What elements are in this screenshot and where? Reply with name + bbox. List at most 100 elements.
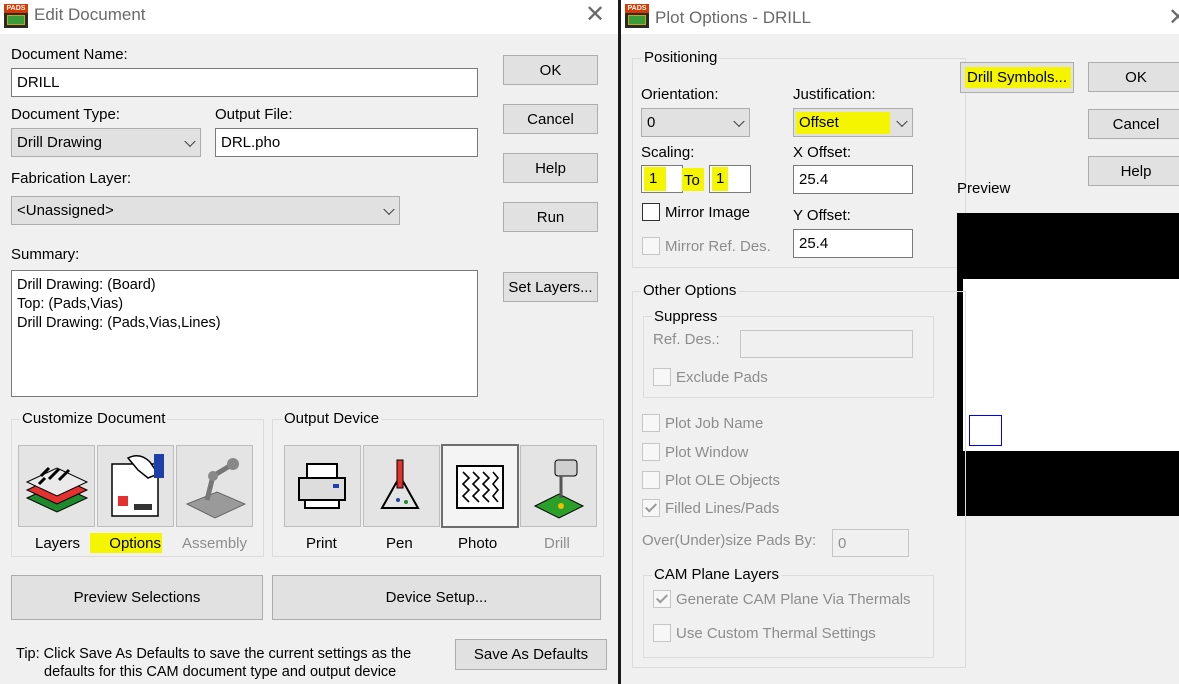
y-offset-label: Y Offset: <box>793 207 851 224</box>
mirror-image-label: Mirror Image <box>665 204 751 221</box>
print-label: Print <box>306 535 337 552</box>
device-setup-button[interactable]: Device Setup... <box>272 575 601 620</box>
photo-tile[interactable] <box>441 444 519 528</box>
exclude-pads-checkbox <box>653 368 671 386</box>
suppress-title: Suppress <box>652 308 720 325</box>
ok-button[interactable]: OK <box>503 55 598 85</box>
options-tile[interactable] <box>97 445 174 527</box>
photo-plotter-icon <box>456 465 504 509</box>
plot-ole-objects-checkbox <box>642 471 660 489</box>
x-offset-field[interactable]: 25.4 <box>793 165 913 194</box>
preview-selections-button[interactable]: Preview Selections <box>11 575 263 620</box>
ref-des-field <box>740 330 913 358</box>
scaling-label: Scaling: <box>641 144 695 161</box>
help-button[interactable]: Help <box>1088 156 1179 186</box>
generate-cam-plane-label: Generate CAM Plane Via Thermals <box>676 591 911 608</box>
orientation-value: 0 <box>647 114 656 131</box>
pads-app-icon: PADS <box>4 4 28 28</box>
filled-lines-pads-checkbox <box>642 499 660 517</box>
document-type-label: Document Type: <box>11 106 120 123</box>
exclude-pads-label: Exclude Pads <box>676 369 768 386</box>
fabrication-layer-label: Fabrication Layer: <box>11 170 132 187</box>
justification-label: Justification: <box>793 86 876 103</box>
pen-plotter-icon <box>380 459 420 509</box>
pads-app-icon: PADS <box>625 4 649 28</box>
cam-plane-layers-group <box>643 575 934 658</box>
x-offset-label: X Offset: <box>793 144 852 161</box>
plot-options-window: PADS Plot Options - DRILL ✕ Positioning … <box>621 0 1179 684</box>
chevron-down-icon <box>184 135 196 147</box>
positioning-title: Positioning <box>642 49 720 66</box>
plot-job-name-label: Plot Job Name <box>665 415 764 432</box>
drill-label: Drill <box>544 535 570 552</box>
fabrication-layer-select[interactable]: <Unassigned> <box>11 196 400 225</box>
ok-button[interactable]: OK <box>1088 62 1179 92</box>
use-custom-thermal-label: Use Custom Thermal Settings <box>676 625 876 642</box>
set-layers-button[interactable]: Set Layers... <box>503 272 598 302</box>
drill-symbols-label: Drill Symbols... <box>965 67 1072 88</box>
document-name-label: Document Name: <box>11 46 128 63</box>
mirror-ref-des-checkbox <box>642 237 660 255</box>
preview-board-outline <box>969 415 1002 446</box>
plot-job-name-checkbox <box>642 414 660 432</box>
chevron-down-icon <box>733 115 745 127</box>
close-icon[interactable]: ✕ <box>1168 5 1179 31</box>
print-tile[interactable] <box>284 445 361 527</box>
orientation-select[interactable]: 0 <box>641 108 750 137</box>
orientation-label: Orientation: <box>641 86 719 103</box>
document-type-select[interactable]: Drill Drawing <box>11 128 201 157</box>
filled-lines-pads-label: Filled Lines/Pads <box>665 500 780 517</box>
justification-select[interactable]: Offset <box>793 108 913 137</box>
cam-plane-layers-title: CAM Plane Layers <box>652 566 782 583</box>
drill-icon <box>533 459 585 519</box>
scale-from-field[interactable]: 1 <box>641 165 683 193</box>
chevron-down-icon <box>383 203 395 215</box>
oversize-label: Over(Under)size Pads By: <box>642 532 817 549</box>
y-offset-field[interactable]: 25.4 <box>793 229 913 258</box>
drill-symbols-button[interactable]: Drill Symbols... <box>960 62 1074 93</box>
pen-label: Pen <box>386 535 413 552</box>
layers-label: Layers <box>35 535 81 552</box>
cancel-button[interactable]: Cancel <box>503 104 598 134</box>
drill-tile <box>520 445 597 527</box>
preview-label: Preview <box>957 180 1011 197</box>
scale-from-value: 1 <box>644 167 666 191</box>
output-file-label: Output File: <box>215 106 293 123</box>
plot-ole-objects-label: Plot OLE Objects <box>665 472 781 489</box>
ref-des-label: Ref. Des.: <box>653 331 720 348</box>
output-file-field[interactable]: DRL.pho <box>215 128 478 157</box>
summary-line: Top: (Pads,Vias) <box>17 296 124 312</box>
tip-text-line1: Tip: Click Save As Defaults to save the … <box>16 646 412 662</box>
fabrication-layer-value: <Unassigned> <box>17 202 114 219</box>
use-custom-thermal-checkbox <box>653 624 671 642</box>
other-options-title: Other Options <box>641 282 739 299</box>
cancel-button[interactable]: Cancel <box>1088 109 1179 139</box>
mirror-image-checkbox[interactable] <box>642 203 660 221</box>
checkmark-icon <box>644 500 658 513</box>
save-as-defaults-button[interactable]: Save As Defaults <box>455 639 607 670</box>
run-button[interactable]: Run <box>503 202 598 232</box>
help-button[interactable]: Help <box>503 153 598 183</box>
summary-line: Drill Drawing: (Board) <box>17 277 156 293</box>
window-title: Edit Document <box>34 5 146 24</box>
assembly-label: Assembly <box>182 535 248 552</box>
output-device-title: Output Device <box>282 410 382 427</box>
checkmark-icon <box>655 591 669 604</box>
tip-text-line2: defaults for this CAM document type and … <box>44 664 397 680</box>
assembly-icon <box>185 458 247 519</box>
assembly-tile <box>176 445 253 527</box>
options-label: Options <box>90 533 162 553</box>
pen-tile[interactable] <box>363 445 440 527</box>
oversize-field: 0 <box>832 529 909 557</box>
close-icon[interactable]: ✕ <box>585 2 605 28</box>
scale-to-value: 1 <box>712 167 728 191</box>
window-title: Plot Options - DRILL <box>655 8 811 27</box>
summary-line: Drill Drawing: (Pads,Vias,Lines) <box>17 315 221 331</box>
justification-value: Offset <box>796 112 890 134</box>
printer-icon <box>298 463 346 509</box>
layers-tile[interactable] <box>18 445 95 527</box>
summary-textarea[interactable]: Drill Drawing: (Board) Top: (Pads,Vias) … <box>11 270 478 397</box>
plot-window-label: Plot Window <box>665 444 749 461</box>
document-name-field[interactable]: DRILL <box>11 68 478 97</box>
scale-to-field[interactable]: 1 <box>709 165 751 193</box>
